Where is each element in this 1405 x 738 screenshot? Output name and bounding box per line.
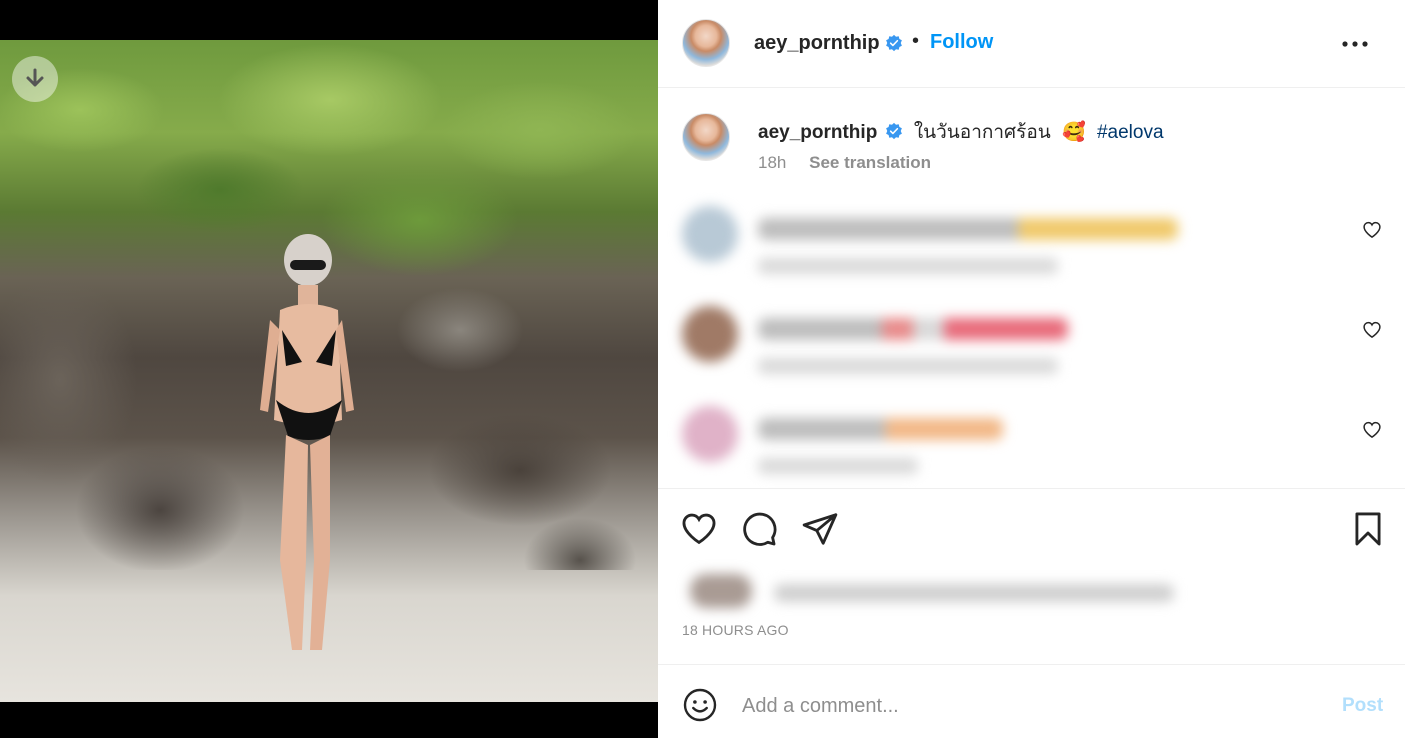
photo-person xyxy=(260,234,354,650)
caption-hashtag[interactable]: #aelova xyxy=(1097,122,1164,143)
download-icon[interactable] xyxy=(12,56,58,102)
likes-text xyxy=(774,584,1174,602)
comment-item xyxy=(682,206,1382,286)
action-bar xyxy=(658,490,1405,562)
comment-item xyxy=(682,306,1382,386)
caption: aey_pornthip ในวันอากาศร้อน 🥰 #aelova xyxy=(758,117,1164,147)
comment-avatar[interactable] xyxy=(682,206,738,262)
comment-like-icon[interactable] xyxy=(1362,420,1382,440)
share-icon[interactable] xyxy=(801,510,839,548)
caption-meta: 18h See translation xyxy=(758,153,931,173)
post-panel: aey_pornthip • Follow aey_pornthip ในวัน… xyxy=(658,0,1405,738)
post-header: aey_pornthip • Follow xyxy=(658,0,1405,88)
more-options-icon[interactable] xyxy=(1340,30,1370,58)
caption-avatar[interactable] xyxy=(682,113,730,161)
comment-item xyxy=(682,406,1382,486)
comment-text xyxy=(758,418,1003,440)
author-avatar[interactable] xyxy=(682,19,730,67)
caption-username[interactable]: aey_pornthip xyxy=(758,122,877,143)
caption-text: ในวันอากาศร้อน xyxy=(913,122,1051,143)
comments-list[interactable]: aey_pornthip ในวันอากาศร้อน 🥰 #aelova 18… xyxy=(658,89,1405,489)
caption-emoji: 🥰 xyxy=(1062,122,1086,143)
verified-badge-icon xyxy=(885,122,902,140)
heart-icon[interactable] xyxy=(680,510,718,548)
comment-text xyxy=(758,318,1068,340)
comment-avatar[interactable] xyxy=(682,306,738,362)
post-photo xyxy=(0,40,658,702)
verified-badge-icon xyxy=(886,34,902,52)
author-username[interactable]: aey_pornthip xyxy=(754,32,880,55)
comment-meta xyxy=(758,358,1058,374)
post-media xyxy=(0,0,658,738)
comment-text xyxy=(758,218,1178,240)
comment-like-icon[interactable] xyxy=(1362,220,1382,240)
follow-button[interactable]: Follow xyxy=(930,31,993,54)
comment-icon[interactable] xyxy=(740,510,778,548)
see-translation-button[interactable]: See translation xyxy=(809,153,931,172)
post-timestamp[interactable]: 18 HOURS AGO xyxy=(682,622,789,638)
emoji-icon[interactable] xyxy=(682,687,718,723)
comment-avatar[interactable] xyxy=(682,406,738,462)
likers-avatars xyxy=(690,574,752,608)
comment-meta xyxy=(758,258,1058,274)
caption-age: 18h xyxy=(758,153,787,172)
separator-dot: • xyxy=(912,30,920,52)
comment-meta xyxy=(758,458,918,474)
bookmark-icon[interactable] xyxy=(1349,510,1387,548)
post-comment-button[interactable]: Post xyxy=(1342,695,1383,717)
liked-by[interactable] xyxy=(682,570,1182,610)
comment-like-icon[interactable] xyxy=(1362,320,1382,340)
comment-input[interactable] xyxy=(742,689,1302,723)
add-comment-bar: Post xyxy=(658,664,1405,738)
